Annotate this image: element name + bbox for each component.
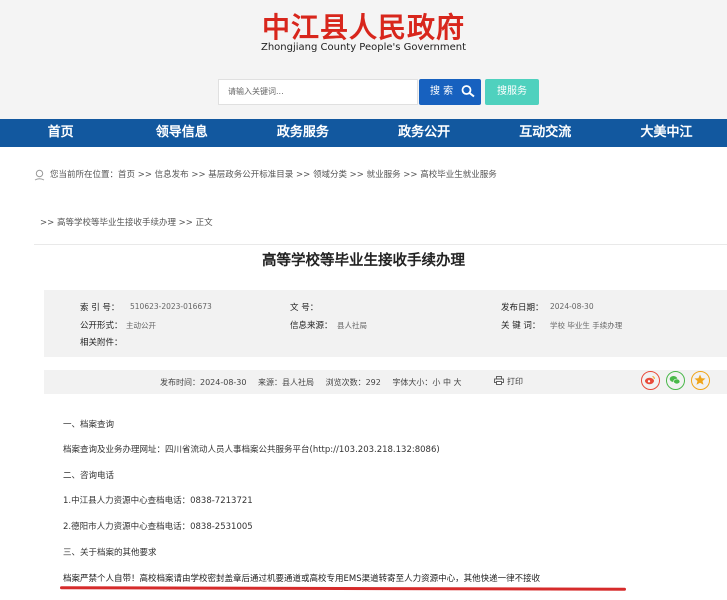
index-value: 510623-2023-016673 <box>130 302 212 311</box>
search-input[interactable]: 请输入关键词... <box>218 79 418 105</box>
nav-item-home[interactable]: 首页 <box>0 119 121 147</box>
view-count: 浏览次数：292 <box>325 378 381 387</box>
print-label: 打印 <box>507 377 523 386</box>
site-title-cn[interactable]: 中江县人民政府 <box>0 6 727 46</box>
nav-item-services[interactable]: 政务服务 <box>242 119 363 147</box>
wechat-icon <box>669 376 681 385</box>
printer-icon <box>494 376 504 385</box>
nav-item-interaction[interactable]: 互动交流 <box>485 119 606 147</box>
publish-date-value: 2024-08-30 <box>550 302 594 311</box>
main-nav: 首页 领导信息 政务服务 政务公开 互动交流 大美中江 <box>0 119 727 147</box>
nav-item-leaders[interactable]: 领导信息 <box>121 119 242 147</box>
info-bar: 发布时间：2024-08-30 来源：县人社局 浏览次数：292 字体大小：小 … <box>44 370 727 394</box>
print-button[interactable]: 打印 <box>494 376 523 387</box>
paragraph-highlighted: 档案严禁个人自带！高校档案请由学校密封盖章后通过机要通道或高校专用EMS渠道转寄… <box>63 574 541 584</box>
paragraph: 2.德阳市人力资源中心查档电话：0838-2531005 <box>63 522 253 532</box>
keywords-label: 关 键 词： <box>501 321 541 331</box>
doc-no-label: 文 号： <box>290 303 319 313</box>
paragraph: 一、档案查询 <box>63 420 115 430</box>
paragraph: 1.中江县人力资源中心查档电话：0838-7213721 <box>63 496 253 506</box>
page-title: 高等学校等毕业生接收手续办理 <box>262 253 465 269</box>
location-pin-icon <box>34 169 45 180</box>
share-wechat-button[interactable] <box>666 371 685 390</box>
search-button[interactable]: 搜 索 <box>419 79 481 105</box>
site-header: 中江县人民政府 Zhongjiang County People's Gover… <box>0 0 727 119</box>
nav-item-zhongjiang[interactable]: 大美中江 <box>606 119 727 147</box>
source-value: 县人社局 <box>337 321 367 330</box>
breadcrumb-line-2[interactable]: >> 高等学校等毕业生接收手续办理 >> 正文 <box>40 216 213 228</box>
paragraph: 二、咨询电话 <box>63 471 115 481</box>
divider <box>34 244 727 245</box>
source-label: 信息来源： <box>290 321 333 331</box>
site-title-en: Zhongjiang County People's Government <box>260 42 467 53</box>
source-text: 来源：县人社局 <box>258 378 315 387</box>
service-search-button[interactable]: 搜服务 <box>485 79 539 105</box>
star-icon <box>694 374 706 385</box>
metadata-panel: 索 引 号： 510623-2023-016673 文 号： 发布日期： 202… <box>44 290 727 357</box>
paragraph: 三、关于档案的其他要求 <box>63 548 157 558</box>
publish-time: 发布时间：2024-08-30 <box>160 378 247 387</box>
share-weibo-button[interactable] <box>641 371 660 390</box>
breadcrumb-line-1[interactable]: 您当前所在位置：首页 >> 信息发布 >> 基层政务公开标准目录 >> 领域分类… <box>50 170 497 180</box>
index-label: 索 引 号： <box>80 303 120 313</box>
search-icon <box>461 85 475 98</box>
public-form-value: 主动公开 <box>126 321 156 330</box>
red-underline-annotation <box>59 586 627 591</box>
weibo-icon <box>645 376 655 385</box>
search-button-label: 搜 索 <box>430 86 454 97</box>
share-favorite-button[interactable] <box>691 371 710 390</box>
keywords-value: 学校 毕业生 手续办理 <box>550 321 623 330</box>
nav-item-open-gov[interactable]: 政务公开 <box>364 119 485 147</box>
publish-date-label: 发布日期： <box>501 303 544 313</box>
breadcrumb: 您当前所在位置：首页 >> 信息发布 >> 基层政务公开标准目录 >> 领域分类… <box>34 168 497 181</box>
font-size-selector[interactable]: 字体大小：小 中 大 <box>392 378 461 387</box>
paragraph: 档案查询及业务办理网址：四川省流动人员人事档案公共服务平台(http://103… <box>63 445 440 455</box>
public-form-label: 公开形式： <box>80 321 123 331</box>
attachments-label: 相关附件： <box>80 338 123 348</box>
